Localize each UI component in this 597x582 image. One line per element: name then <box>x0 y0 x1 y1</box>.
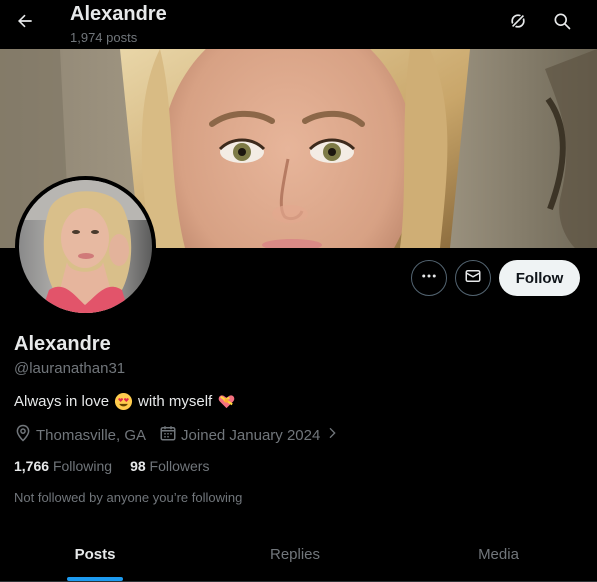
top-bar: Alexandre 1,974 posts <box>0 0 597 49</box>
followers-count: 98 <box>130 458 146 474</box>
profile-handle: @lauranathan31 <box>14 360 126 377</box>
follow-button[interactable]: Follow <box>499 260 580 296</box>
profile-meta: Thomasville, GA Joined January 2024 <box>14 424 340 446</box>
followers-link[interactable]: 98 Followers <box>130 458 209 474</box>
more-button[interactable] <box>411 260 447 296</box>
tab-label: Replies <box>269 545 321 563</box>
bio-text-1: Always in love <box>14 393 110 410</box>
calendar-icon <box>159 424 177 446</box>
chevron-right-icon <box>324 425 340 445</box>
follow-stats: 1,766 Following 98 Followers <box>14 458 209 474</box>
tab-label: Posts <box>74 545 116 563</box>
following-label: Following <box>52 458 113 474</box>
tab-media[interactable]: Media <box>400 527 597 581</box>
arrow-left-icon <box>15 11 35 36</box>
message-button[interactable] <box>455 260 491 296</box>
envelope-icon <box>464 267 482 290</box>
location: Thomasville, GA <box>14 424 146 446</box>
tab-replies[interactable]: Replies <box>190 527 400 581</box>
grok-button[interactable] <box>501 6 535 40</box>
location-pin-icon <box>14 424 32 446</box>
search-button[interactable] <box>545 6 579 40</box>
followers-label: Followers <box>149 458 210 474</box>
following-link[interactable]: 1,766 Following <box>14 458 112 474</box>
tab-posts[interactable]: Posts <box>0 527 190 581</box>
profile-bio: Always in love with myself <box>14 392 236 411</box>
post-count: 1,974 posts <box>70 30 138 45</box>
header-title: Alexandre <box>70 3 167 25</box>
profile-name: Alexandre <box>14 333 111 355</box>
location-text: Thomasville, GA <box>36 426 147 444</box>
back-button[interactable] <box>8 6 42 40</box>
not-followed-text: Not followed by anyone you’re following <box>14 490 243 505</box>
profile-tabs: Posts Replies Media <box>0 527 597 582</box>
joined-date[interactable]: Joined January 2024 <box>159 424 340 446</box>
active-tab-indicator <box>67 577 123 581</box>
avatar[interactable] <box>15 176 156 317</box>
joined-text: Joined January 2024 <box>181 426 321 444</box>
heart-eyes-emoji <box>114 392 133 411</box>
more-icon <box>420 267 438 290</box>
tab-label: Media <box>478 545 519 563</box>
grok-icon <box>508 11 528 36</box>
following-count: 1,766 <box>14 458 50 474</box>
bio-text-2: with myself <box>138 393 213 410</box>
heart-ribbon-emoji <box>217 392 236 411</box>
search-icon <box>552 11 572 36</box>
